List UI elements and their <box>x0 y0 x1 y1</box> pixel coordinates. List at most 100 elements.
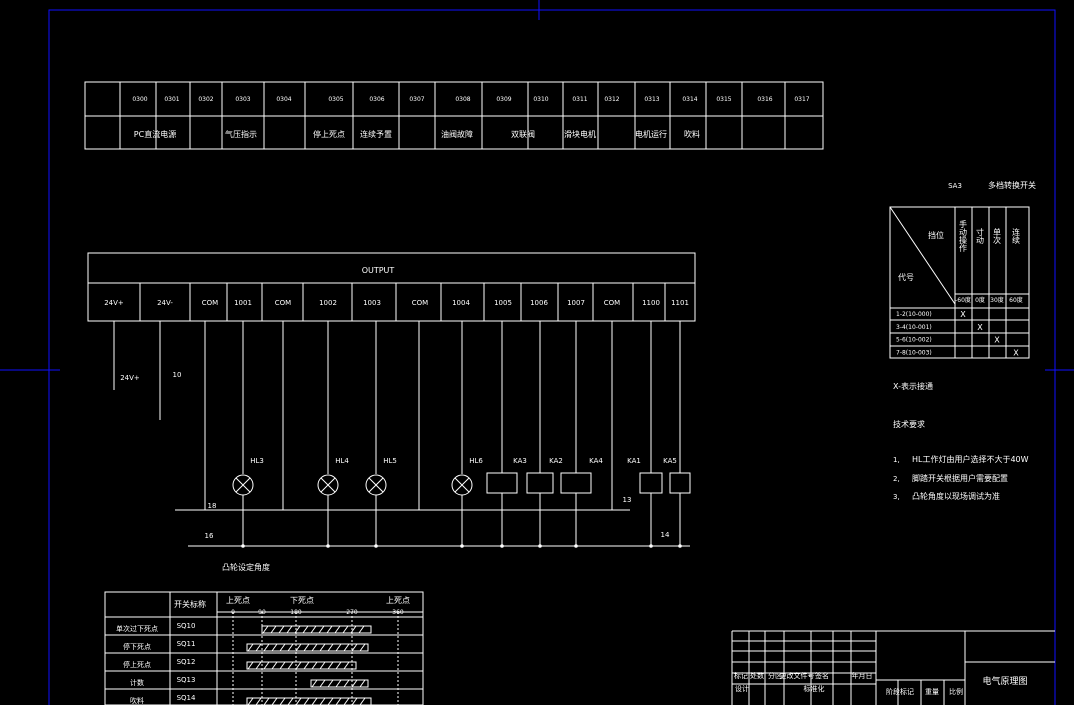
cam-hatch <box>351 697 358 705</box>
output-terminal: COM <box>604 299 620 307</box>
cam-hatch <box>327 661 334 670</box>
cam-row-code: SQ12 <box>177 658 196 666</box>
cam-hatch <box>335 643 342 652</box>
tb-header: 年月日 <box>852 671 873 680</box>
io-address: 0304 <box>276 96 291 103</box>
output-terminal: 1002 <box>319 299 337 307</box>
junction-dot <box>538 544 542 548</box>
cam-hatch <box>342 625 349 634</box>
cam-hatch <box>295 661 302 670</box>
output-terminal: 1006 <box>530 299 548 307</box>
cam-hatch <box>295 697 302 705</box>
junction-dot <box>326 544 330 548</box>
io-address: 0305 <box>328 96 343 103</box>
output-header-frame <box>87 252 696 322</box>
selector-mode: 手动操作 <box>959 219 968 253</box>
io-function: 连续予置 <box>360 129 392 139</box>
junction-dot <box>241 544 245 548</box>
wire-label-16: 16 <box>205 532 214 540</box>
cam-hatch <box>270 625 277 634</box>
io-function: 油阀故障 <box>441 129 473 139</box>
relay-label: KA5 <box>663 457 677 465</box>
cam-col-header: 开关标称 <box>174 599 206 609</box>
io-function: 双联阀 <box>511 130 535 139</box>
selector-mark: X <box>960 310 966 319</box>
lamp-label: HL3 <box>250 457 264 465</box>
notes: X-表示接通技术要求 1, HL工作灯由用户选择不大于40W 2, 脚踏开关根据用户需要… <box>893 381 1029 501</box>
io-function: 滑块电机 <box>564 129 596 139</box>
tb-standard: 标准化 <box>804 684 825 693</box>
cam-hatch <box>286 625 293 634</box>
electrical-schematic-canvas: 0300 0301 0302 0303 0304 0305 0306 0307 0308 0309… <box>0 0 1074 705</box>
io-address: 0301 <box>164 96 179 103</box>
io-address: 0316 <box>757 96 772 103</box>
selector-angle: -60度 <box>955 296 971 304</box>
cam-hatch <box>327 643 334 652</box>
output-terminal: 1004 <box>452 299 470 307</box>
cam-hatch <box>279 643 286 652</box>
relay-label: KA3 <box>513 457 527 465</box>
tech-item-text: 脚踏开关根据用户需要配置 <box>912 473 1008 483</box>
relay-coil-icon <box>639 472 663 494</box>
cam-hatch <box>311 643 318 652</box>
cam-hatch <box>255 643 262 652</box>
output-terminal: COM <box>202 299 218 307</box>
output-terminal: COM <box>412 299 428 307</box>
cam-hatch <box>302 625 309 634</box>
lamp-label: HL6 <box>469 457 483 465</box>
output-terminal: 24V- <box>157 299 173 307</box>
cam-hatch <box>343 679 350 688</box>
output-terminal: COM <box>275 299 291 307</box>
cam-hatch <box>335 679 342 688</box>
selector-mark: X <box>1013 348 1019 357</box>
cam-hatch <box>327 679 334 688</box>
wire-label-14: 14 <box>661 531 670 539</box>
output-terminal: 1001 <box>234 299 252 307</box>
relay-label: KA1 <box>627 457 641 465</box>
output-terminal: 24V+ <box>104 299 124 307</box>
io-address: 0314 <box>682 96 697 103</box>
cam-hatch <box>358 625 365 634</box>
wire-label-13: 13 <box>623 496 632 504</box>
selector-angle: 30度 <box>990 296 1004 304</box>
io-address: 0302 <box>198 96 213 103</box>
junction-dot <box>374 544 378 548</box>
cam-hatch <box>311 697 318 705</box>
junction-dot <box>500 544 504 548</box>
selector-row-label: 1-2(10-000) <box>896 311 932 318</box>
output-terminal: 1007 <box>567 299 585 307</box>
selector-code: SA3 <box>948 182 962 190</box>
cam-hatch <box>319 679 326 688</box>
cam-hatch <box>343 643 350 652</box>
selector-row-label: 7-8(10-003) <box>896 349 932 356</box>
cam-hatch <box>279 697 286 705</box>
title-block: 标记 处数 分区更改文件号 签名 年月日设计 标准化 阶段标记 重量 比例电气原理图 <box>731 630 1055 705</box>
output-terminal: 1101 <box>671 299 689 307</box>
relay-coil-icon <box>560 472 592 494</box>
tb-drawing-title: 电气原理图 <box>982 675 1027 687</box>
selector-title: 多档转换开关 <box>988 180 1036 190</box>
cam-hatch <box>319 643 326 652</box>
io-function: 电机运行 <box>635 129 667 139</box>
tech-item-text: 凸轮角度以现场调试为准 <box>912 491 1000 501</box>
cam-hatch <box>359 643 366 652</box>
cam-hatch <box>311 661 318 670</box>
cam-row-name: 吹料 <box>130 696 144 705</box>
cam-hatch <box>335 661 342 670</box>
cam-hatch <box>343 661 350 670</box>
io-address: 0315 <box>716 96 731 103</box>
cam-hatch <box>310 625 317 634</box>
tb-stage: 阶段标记 <box>886 687 914 696</box>
cam-hatch <box>262 625 269 634</box>
relay-label: KA2 <box>549 457 563 465</box>
io-address: 0303 <box>235 96 250 103</box>
io-address: 0300 <box>132 96 147 103</box>
cam-hatch <box>303 661 310 670</box>
cam-hatch <box>319 661 326 670</box>
cam-hatch <box>311 679 318 688</box>
cam-hatch <box>263 643 270 652</box>
cam-hatch <box>287 697 294 705</box>
cam-hatch <box>271 661 278 670</box>
cam-title: 凸轮设定角度 <box>222 562 270 572</box>
io-table: 0300 0301 0302 0303 0304 0305 0306 0307 0308 0309… <box>84 81 824 150</box>
